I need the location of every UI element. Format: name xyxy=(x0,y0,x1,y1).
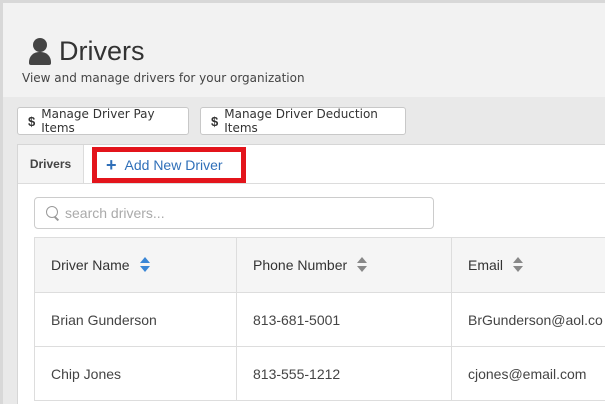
plus-icon: + xyxy=(106,155,117,175)
sort-icon[interactable] xyxy=(513,256,524,274)
drivers-table: Driver Name Phone Number Email Brian Gun… xyxy=(34,237,605,401)
tab-bar: Drivers + Add New Driver xyxy=(18,145,605,184)
add-new-driver-label: Add New Driver xyxy=(124,157,223,173)
cell-driver-name: Brian Gunderson xyxy=(34,293,237,346)
title-row: Drivers xyxy=(27,36,145,67)
add-new-driver-tab[interactable]: + Add New Driver xyxy=(92,147,246,183)
cell-phone-number: 813-681-5001 xyxy=(237,293,452,346)
drivers-panel: Drivers + Add New Driver Driver Name Pho… xyxy=(17,144,605,404)
sort-icon[interactable] xyxy=(139,256,150,274)
dollar-icon: $ xyxy=(211,113,219,129)
cell-email: cjones@email.com xyxy=(468,365,587,382)
dollar-icon: $ xyxy=(28,113,36,129)
column-header-email[interactable]: Email xyxy=(452,238,605,292)
manage-deduction-items-button[interactable]: $ Manage Driver Deduction Items xyxy=(200,107,406,135)
page-header: Drivers View and manage drivers for your… xyxy=(3,3,605,97)
cell-driver-name: Chip Jones xyxy=(34,347,237,400)
user-icon-body xyxy=(29,51,51,65)
manage-pay-items-button[interactable]: $ Manage Driver Pay Items xyxy=(17,107,189,135)
user-icon-head xyxy=(33,37,47,52)
search-box[interactable] xyxy=(34,197,434,229)
manage-pay-items-label: Manage Driver Pay Items xyxy=(41,107,155,135)
column-header-phone-number[interactable]: Phone Number xyxy=(237,238,452,292)
page-subtitle: View and manage drivers for your organiz… xyxy=(22,71,305,85)
search-icon xyxy=(45,205,61,221)
search-input[interactable] xyxy=(65,205,405,221)
column-header-label: Driver Name xyxy=(51,257,130,273)
page-title: Drivers xyxy=(59,36,145,66)
app-window: Drivers View and manage drivers for your… xyxy=(3,3,605,404)
search-icon-handle xyxy=(54,216,60,221)
sort-icon[interactable] xyxy=(357,256,368,274)
tab-drivers[interactable]: Drivers xyxy=(18,145,84,183)
column-header-label: Email xyxy=(468,257,504,273)
table-row[interactable]: Chip Jones 813-555-1212 cjones@email.com xyxy=(34,347,605,401)
manage-deduction-items-label: Manage Driver Deduction Items xyxy=(224,107,378,135)
cell-email: BrGunderson@aol.co xyxy=(468,311,603,328)
user-icon xyxy=(27,37,53,66)
column-header-label: Phone Number xyxy=(253,257,348,273)
column-header-driver-name[interactable]: Driver Name xyxy=(34,238,237,292)
table-row[interactable]: Brian Gunderson 813-681-5001 BrGunderson… xyxy=(34,293,605,347)
cell-phone-number: 813-555-1212 xyxy=(237,347,452,400)
table-header-row: Driver Name Phone Number Email xyxy=(34,238,605,293)
